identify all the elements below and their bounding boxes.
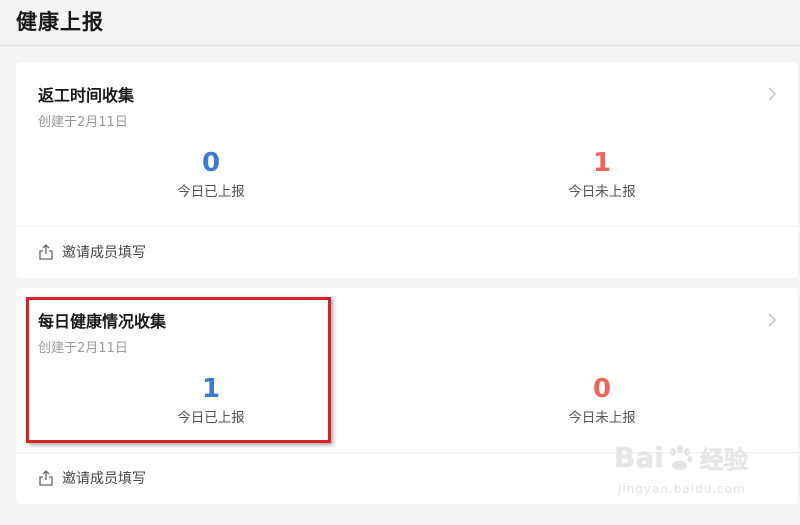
share-icon: [39, 470, 53, 486]
unreported-today-stat[interactable]: 1 今日未上报: [522, 148, 682, 200]
page-header: 健康上报: [0, 0, 800, 46]
watermark-url: jingyan.baidu.com: [618, 482, 746, 496]
invite-members-label: 邀请成员填写: [62, 471, 146, 487]
card-created-date: 创建于2月11日: [38, 115, 128, 130]
chevron-right-icon[interactable]: [766, 86, 778, 102]
watermark-brand-pre: Bai: [614, 441, 664, 474]
reported-today-count: 1: [201, 374, 221, 404]
invite-members-button[interactable]: 邀请成员填写: [38, 468, 146, 488]
reported-today-label: 今日已上报: [177, 184, 245, 200]
watermark-brand-post: 经验: [699, 446, 748, 474]
unreported-today-stat[interactable]: 0 今日未上报: [522, 374, 682, 426]
watermark-logo: Bai 经验: [614, 440, 748, 475]
reported-today-stat[interactable]: 1 今日已上报: [131, 374, 291, 426]
share-icon: [39, 244, 53, 260]
reported-today-label: 今日已上报: [177, 410, 245, 426]
card-created-date: 创建于2月11日: [38, 341, 128, 356]
chevron-right-icon[interactable]: [766, 312, 778, 328]
card-title: 返工时间收集: [38, 86, 135, 105]
unreported-today-count: 1: [592, 148, 612, 178]
reported-today-count: 0: [201, 148, 221, 178]
invite-members-button[interactable]: 邀请成员填写: [38, 242, 146, 262]
reported-today-stat[interactable]: 0 今日已上报: [131, 148, 291, 200]
invite-members-label: 邀请成员填写: [62, 245, 146, 261]
unreported-today-label: 今日未上报: [568, 410, 636, 426]
page-title: 健康上报: [16, 10, 104, 34]
report-card-return-to-work[interactable]: 返工时间收集 创建于2月11日 0 今日已上报 1 今日未上报 邀请成员填写: [16, 62, 798, 278]
unreported-today-count: 0: [592, 374, 612, 404]
baidu-paw-icon: [669, 444, 693, 470]
unreported-today-label: 今日未上报: [568, 184, 636, 200]
card-divider: [16, 226, 798, 227]
watermark: Bai 经验 jingyan.baidu.com: [614, 434, 764, 514]
card-title: 每日健康情况收集: [38, 312, 167, 331]
